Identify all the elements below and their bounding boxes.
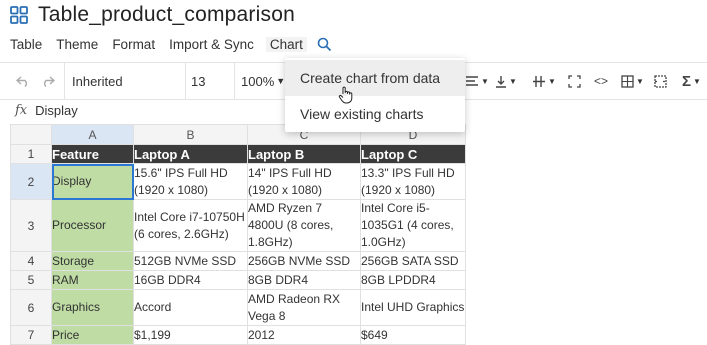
column-header-b[interactable]: B (133, 124, 248, 145)
title-row: Table_product_comparison (10, 0, 295, 30)
view-charts-menu-item[interactable]: View existing charts (285, 96, 465, 132)
table-cell[interactable]: AMD Ryzen 7 4800U (8 cores, 1.8GHz) (247, 199, 361, 252)
table-cell[interactable]: Graphics (51, 289, 134, 326)
menu-format[interactable]: Format (112, 37, 155, 52)
sum-icon[interactable]: Σ ▼ (682, 63, 701, 99)
table-row: 4 Storage 512GB NVMe SSD 256GB NVMe SSD … (10, 251, 466, 271)
merge-cells-icon[interactable] (654, 63, 667, 99)
table-cell[interactable]: 16GB DDR4 (133, 270, 248, 290)
function-icon: fx (15, 102, 28, 118)
table-row: 3 Processor Intel Core i7-10750H (6 core… (10, 199, 466, 252)
menu-import-sync[interactable]: Import & Sync (169, 37, 254, 52)
code-icon[interactable]: <> (594, 63, 608, 99)
zoom-value: 100% (241, 73, 275, 89)
row-number[interactable]: 4 (10, 251, 52, 271)
grid-app-icon (10, 6, 28, 24)
table-cell[interactable]: $649 (360, 325, 466, 345)
table-cell[interactable]: $1,199 (133, 325, 248, 345)
table-cell[interactable]: 8GB DDR4 (247, 270, 361, 290)
search-icon[interactable] (317, 37, 332, 52)
table-cell[interactable]: 256GB NVMe SSD (247, 251, 361, 271)
table-cell[interactable]: Storage (51, 251, 134, 271)
table-cell[interactable]: Intel Core i7-10750H (6 cores, 2.6GHz) (133, 199, 248, 252)
table-cell[interactable]: Intel UHD Graphics (360, 289, 466, 326)
table-cell[interactable]: 15.6" IPS Full HD (1920 x 1080) (133, 163, 248, 200)
row-number[interactable]: 3 (10, 199, 52, 252)
vertical-align-icon[interactable]: ▼ (495, 63, 517, 99)
table-row: 5 RAM 16GB DDR4 8GB DDR4 8GB LPDDR4 (10, 270, 466, 290)
table-cell[interactable]: 14" IPS Full HD (1920 x 1080) (247, 163, 361, 200)
table-cell[interactable]: Feature (51, 144, 134, 164)
table-cell[interactable]: 512GB NVMe SSD (133, 251, 248, 271)
table-cell-selected[interactable]: Display (51, 163, 134, 200)
table-row: 1 Feature Laptop A Laptop B Laptop C (10, 144, 466, 164)
table-cell[interactable]: Price (51, 325, 134, 345)
table-row: 2 Display 15.6" IPS Full HD (1920 x 1080… (10, 163, 466, 200)
hand-cursor-icon (338, 86, 353, 104)
zoom-select[interactable]: 100% ▼ (241, 63, 285, 99)
menu-bar: Table Theme Format Import & Sync Chart (0, 34, 332, 54)
table-cell[interactable]: RAM (51, 270, 134, 290)
page-title: Table_product_comparison (38, 3, 295, 26)
formula-input[interactable]: Display (35, 103, 78, 118)
row-number[interactable]: 7 (10, 325, 52, 345)
table-cell[interactable]: 256GB SATA SSD (360, 251, 466, 271)
row-number[interactable]: 5 (10, 270, 52, 290)
table-cell[interactable]: Processor (51, 199, 134, 252)
redo-icon[interactable] (41, 63, 55, 99)
table-row: 7 Price $1,199 2012 $649 (10, 325, 466, 345)
align-icon[interactable]: ▼ (465, 63, 489, 99)
menu-table[interactable]: Table (10, 37, 42, 52)
table-cell[interactable]: Laptop C (360, 144, 466, 164)
table-cell[interactable]: Intel Core i5-1035G1 (4 cores, 1.0GHz) (360, 199, 466, 252)
table-cell[interactable]: Accord (133, 289, 248, 326)
column-insert-icon[interactable]: ▼ (532, 63, 556, 99)
table-cell[interactable]: Laptop B (247, 144, 361, 164)
create-chart-menu-item[interactable]: Create chart from data (285, 60, 465, 96)
borders-icon[interactable]: ▼ (621, 63, 644, 99)
font-family-select[interactable]: Inherited (72, 63, 123, 99)
menu-chart[interactable]: Chart (265, 36, 307, 52)
chart-dropdown-menu: Create chart from data View existing cha… (285, 58, 465, 132)
table-cell[interactable]: 8GB LPDDR4 (360, 270, 466, 290)
table-cell[interactable]: AMD Radeon RX Vega 8 (247, 289, 361, 326)
fullscreen-icon[interactable] (568, 63, 581, 99)
table-cell[interactable]: 2012 (247, 325, 361, 345)
font-size-field[interactable]: 13 (191, 63, 205, 99)
row-number[interactable]: 6 (10, 289, 52, 326)
chevron-down-icon: ▼ (276, 76, 286, 86)
row-number[interactable]: 1 (10, 144, 52, 164)
table-cell[interactable]: Laptop A (133, 144, 248, 164)
corner-cell[interactable] (10, 124, 52, 145)
row-number[interactable]: 2 (10, 163, 52, 200)
column-header-a[interactable]: A (51, 124, 134, 145)
table-row: 6 Graphics Accord AMD Radeon RX Vega 8 I… (10, 289, 466, 326)
menu-theme[interactable]: Theme (56, 37, 98, 52)
undo-icon[interactable] (16, 63, 30, 99)
table-cell[interactable]: 13.3" IPS Full HD (1920 x 1080) (360, 163, 466, 200)
spreadsheet-grid: A B C D 1 Feature Laptop A Laptop B Lapt… (10, 124, 466, 345)
